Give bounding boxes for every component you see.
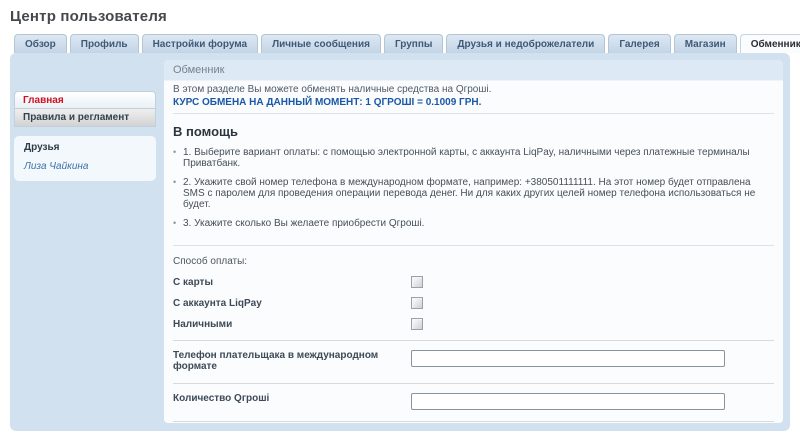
sidebar: Главная Правила и регламент Друзья Лиза … (14, 60, 156, 423)
help-list: 1. Выберите вариант оплаты: с помощью эл… (173, 147, 774, 229)
payment-liqpay-label: С аккаунта LiqPay (173, 298, 411, 309)
payment-caption: Способ оплаты: (173, 256, 774, 267)
payment-cash-label: Наличными (173, 319, 411, 330)
tab-forum-settings[interactable]: Настройки форума (142, 34, 259, 53)
payment-card-label: С карты (173, 277, 411, 288)
sidebar-item-rules[interactable]: Правила и регламент (14, 109, 156, 127)
phone-label: Телефон плательщака в международном форм… (173, 350, 411, 372)
amount-input[interactable] (411, 393, 725, 410)
payment-method-section: Способ оплаты: С карты С аккаунта LiqPay… (173, 246, 774, 341)
friends-title: Друзья (24, 142, 146, 153)
panel-title: Обменник (164, 60, 783, 81)
help-item: 3. Укажите сколько Вы желаете приобрести… (173, 218, 774, 229)
help-heading: В помощь (173, 124, 774, 139)
friends-box: Друзья Лиза Чайкина (14, 136, 156, 181)
amount-label: Количество Qгроші (173, 393, 411, 404)
tab-gallery[interactable]: Галерея (608, 34, 670, 53)
tab-exchanger[interactable]: Обменник (740, 34, 800, 53)
friend-link[interactable]: Лиза Чайкина (24, 161, 89, 172)
help-section: В помощь 1. Выберите вариант оплаты: с п… (173, 114, 774, 246)
payment-cash-checkbox[interactable] (411, 318, 423, 330)
exchange-rate-text: КУРС ОБМЕНА НА ДАННЫЙ МОМЕНТ: 1 QГРОШІ =… (173, 97, 774, 108)
payment-option-row: Наличными (173, 319, 774, 330)
agreement-row: С правилами и регламентом проведения опе… (173, 422, 774, 423)
payment-option-row: С карты (173, 277, 774, 288)
phone-input[interactable] (411, 350, 725, 367)
payment-liqpay-checkbox[interactable] (411, 297, 423, 309)
help-item: 1. Выберите вариант оплаты: с помощью эл… (173, 147, 774, 169)
tab-overview[interactable]: Обзор (14, 34, 67, 53)
tab-private-messages[interactable]: Личные сообщения (261, 34, 381, 53)
tab-bar: Обзор Профиль Настройки форума Личные со… (14, 34, 790, 53)
payment-card-checkbox[interactable] (411, 276, 423, 288)
panel-body: В этом разделе Вы можете обменять наличн… (164, 81, 783, 423)
exchanger-panel: Обменник В этом разделе Вы можете обменя… (164, 60, 783, 423)
phone-row: Телефон плательщака в международном форм… (173, 341, 774, 384)
content-wrapper: Главная Правила и регламент Друзья Лиза … (10, 53, 790, 431)
user-center-page: Центр пользователя Обзор Профиль Настрой… (0, 0, 800, 431)
sidebar-item-main[interactable]: Главная (14, 91, 156, 109)
tab-shop[interactable]: Магазин (674, 34, 737, 53)
intro-section: В этом разделе Вы можете обменять наличн… (173, 81, 774, 114)
page-title: Центр пользователя (10, 8, 790, 25)
tab-profile[interactable]: Профиль (70, 34, 139, 53)
help-item: 2. Укажите свой номер телефона в междуна… (173, 177, 774, 210)
payment-option-row: С аккаунта LiqPay (173, 298, 774, 309)
tab-friends-foes[interactable]: Друзья и недоброжелатели (446, 34, 605, 53)
amount-row: Количество Qгроші (173, 384, 774, 422)
intro-text: В этом разделе Вы можете обменять наличн… (173, 84, 774, 95)
tab-groups[interactable]: Группы (384, 34, 443, 53)
